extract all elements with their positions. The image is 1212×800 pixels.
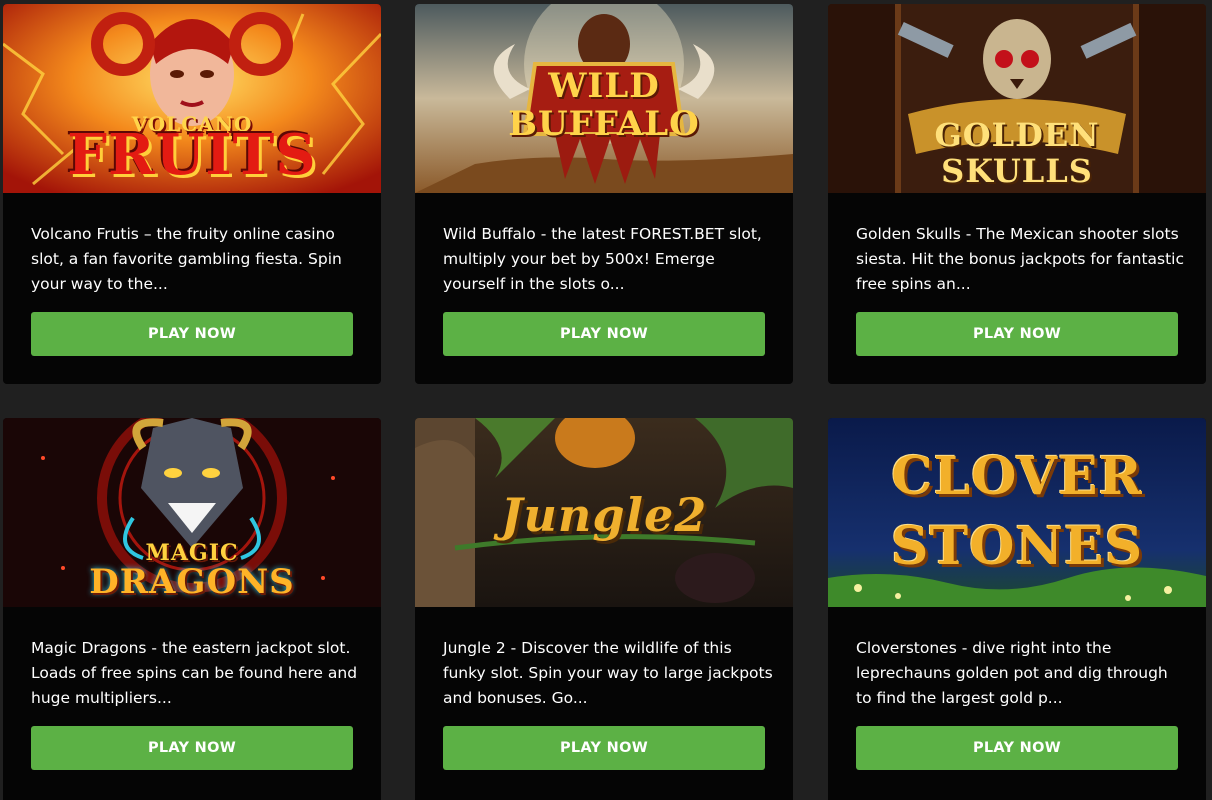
logo-line1: GOLDEN [934,116,1100,154]
game-thumbnail-golden-skulls[interactable]: GOLDEN SKULLS [828,4,1206,193]
game-description: Wild Buffalo - the latest FOREST.BET slo… [443,225,762,293]
logo-line2: DRAGONS [89,562,295,602]
game-thumbnail-jungle-2[interactable]: Jungle2 [415,418,793,607]
game-grid: VOLCANO FRUITS Volcano Frutis – the frui… [0,0,1212,800]
play-now-button[interactable]: PLAY NOW [443,312,765,356]
logo-line2: SKULLS [941,152,1093,190]
game-thumbnail-magic-dragons[interactable]: MAGIC DRAGONS [3,418,381,607]
logo-line2: STONES [890,516,1144,577]
play-now-button[interactable]: PLAY NOW [31,312,353,356]
game-description: Volcano Frutis – the fruity online casin… [31,225,342,293]
game-description: Golden Skulls - The Mexican shooter slot… [856,225,1185,293]
play-now-button[interactable]: PLAY NOW [31,726,353,770]
game-description: Cloverstones - dive right into the lepre… [856,639,1168,707]
game-card-clover-stones: CLOVER STONES Cloverstones - dive right … [828,418,1206,800]
logo-line2: BUFFALO [508,104,700,144]
game-description: Magic Dragons - the eastern jackpot slot… [31,639,358,707]
game-card-magic-dragons: MAGIC DRAGONS Magic Dragons - the easter… [3,418,381,800]
logo-line1: WILD [548,66,660,106]
game-description: Jungle 2 - Discover the wildlife of this… [443,639,773,707]
logo-line1: Jungle2 [500,488,708,542]
game-card-wild-buffalo: WILD BUFFALO Wild Buffalo - the latest F… [415,4,793,384]
logo-line1: CLOVER [891,446,1143,507]
game-card-golden-skulls: GOLDEN SKULLS Golden Skulls - The Mexica… [828,4,1206,384]
game-card-jungle-2: Jungle2 Jungle 2 - Discover the wildlife… [415,418,793,800]
play-now-button[interactable]: PLAY NOW [856,312,1178,356]
play-now-button[interactable]: PLAY NOW [443,726,765,770]
play-now-button[interactable]: PLAY NOW [856,726,1178,770]
game-thumbnail-volcano-fruits[interactable]: VOLCANO FRUITS [3,4,381,193]
logo-line2: FRUITS [67,122,317,188]
game-thumbnail-clover-stones[interactable]: CLOVER STONES [828,418,1206,607]
game-thumbnail-wild-buffalo[interactable]: WILD BUFFALO [415,4,793,193]
game-card-volcano-fruits: VOLCANO FRUITS Volcano Frutis – the frui… [3,4,381,384]
